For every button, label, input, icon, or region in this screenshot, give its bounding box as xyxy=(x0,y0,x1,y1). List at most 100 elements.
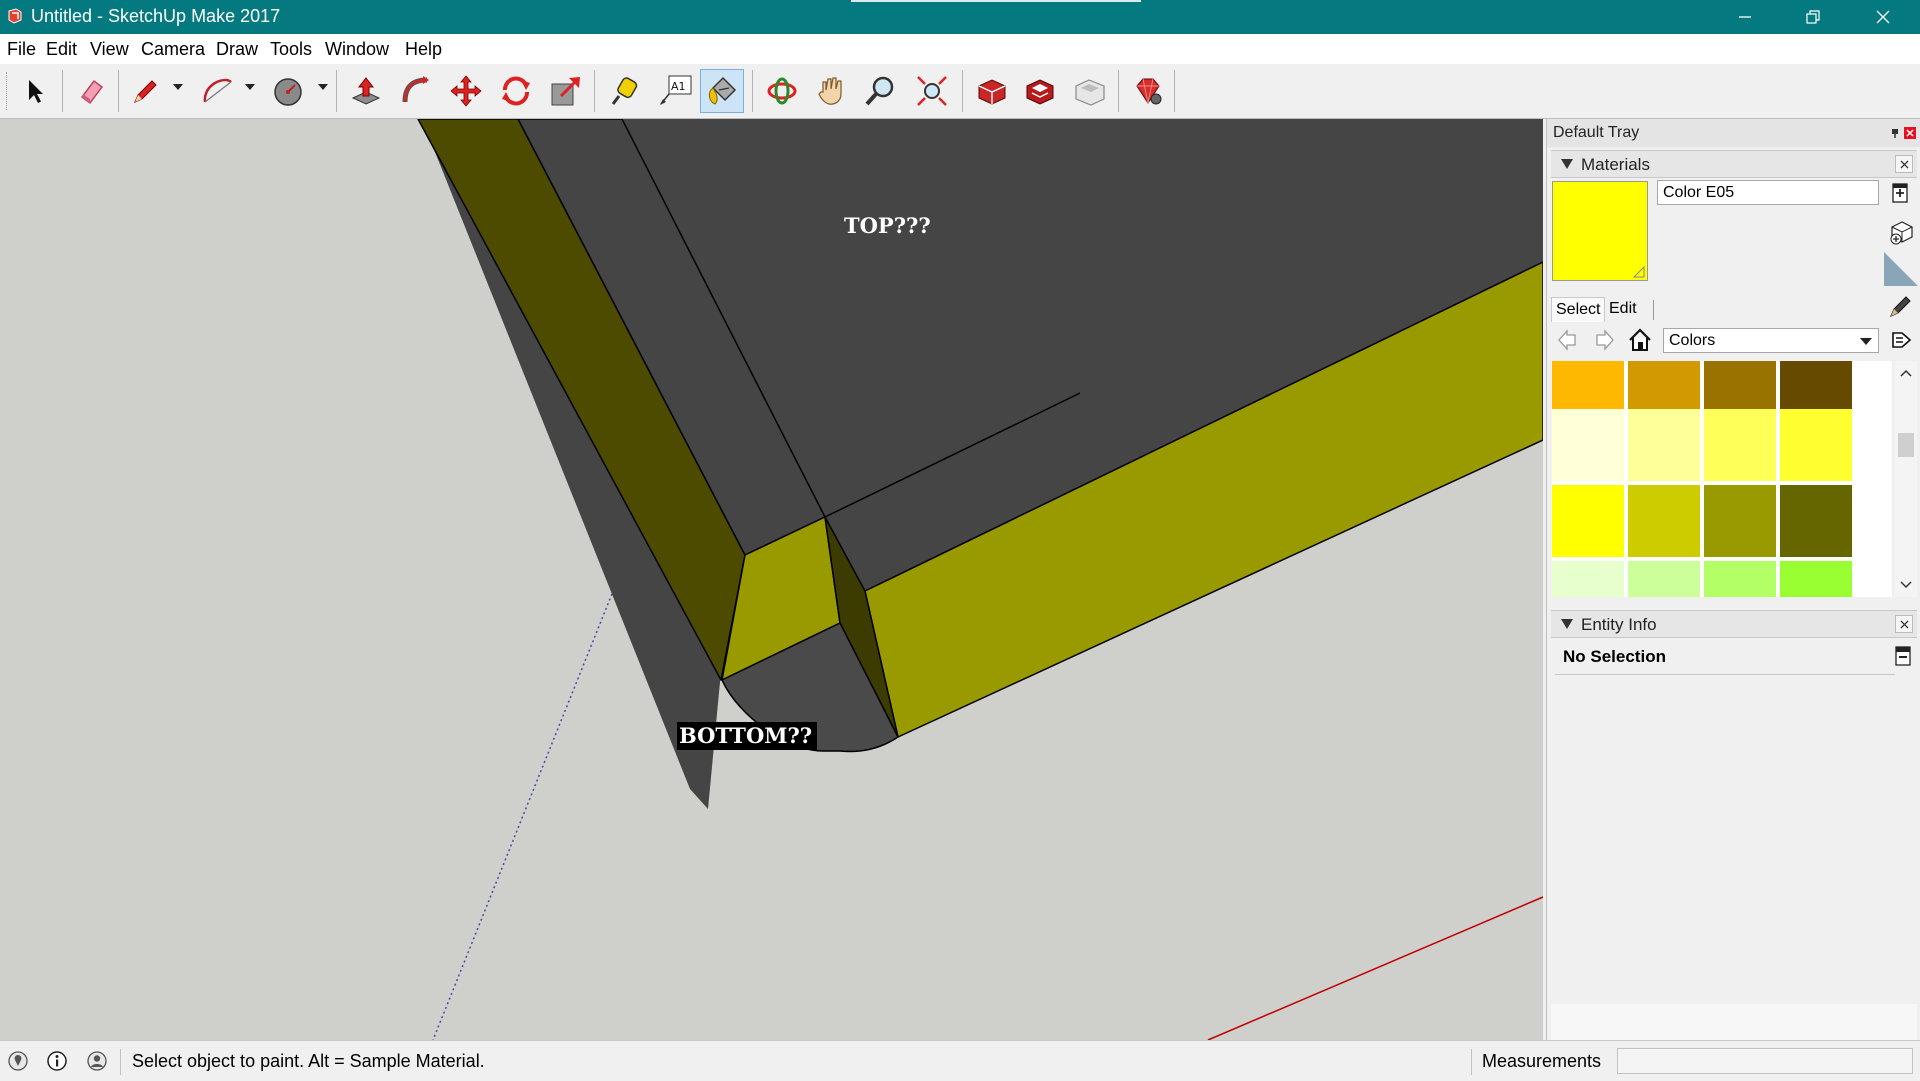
toggle-details-icon[interactable] xyxy=(1895,646,1911,666)
forward-arrow-icon[interactable] xyxy=(1593,329,1615,351)
credits-icon[interactable] xyxy=(46,1050,68,1072)
pan-tool-button[interactable] xyxy=(810,69,854,113)
menu-view[interactable]: View xyxy=(90,39,129,60)
materials-close-button[interactable] xyxy=(1895,155,1913,173)
swatch-cell[interactable] xyxy=(1628,561,1700,597)
pan-icon xyxy=(818,77,842,105)
tape-measure-icon xyxy=(611,77,638,105)
tray-bottom-area xyxy=(1551,1004,1917,1040)
label-bottom: BOTTOM?? xyxy=(677,722,818,750)
shapes-dropdown-icon[interactable] xyxy=(318,84,328,92)
display-secondary-pane-icon[interactable] xyxy=(1884,252,1918,286)
status-message: Select object to paint. Alt = Sample Mat… xyxy=(132,1051,485,1071)
close-button[interactable] xyxy=(1848,0,1918,34)
zoom-extents-icon xyxy=(917,76,947,106)
material-name-field[interactable]: Color E05 xyxy=(1657,180,1879,205)
collapse-triangle-icon xyxy=(1561,619,1573,629)
minimize-button[interactable] xyxy=(1710,0,1780,34)
menu-window[interactable]: Window xyxy=(325,39,389,60)
swatch-cell[interactable] xyxy=(1704,409,1776,481)
sample-paint-icon[interactable] xyxy=(1888,293,1914,319)
restore-button[interactable] xyxy=(1778,0,1848,34)
eraser-icon xyxy=(80,79,104,105)
orbit-tool-button[interactable] xyxy=(760,69,804,113)
paint-bucket-icon xyxy=(708,76,737,105)
menu-tools[interactable]: Tools xyxy=(270,39,312,60)
rotate-tool-button[interactable] xyxy=(494,69,538,113)
swatch-cell[interactable] xyxy=(1704,561,1776,597)
title-bar: Untitled - SketchUp Make 2017 xyxy=(0,0,1920,34)
text-tool-button[interactable]: A1 xyxy=(653,69,697,113)
extension-manager-button[interactable] xyxy=(1126,69,1170,113)
label-top: TOP??? xyxy=(844,213,931,238)
materials-panel-header[interactable]: Materials xyxy=(1551,150,1917,178)
scroll-up-icon[interactable] xyxy=(1900,369,1912,377)
arc-dropdown-icon[interactable] xyxy=(245,84,255,92)
menu-draw[interactable]: Draw xyxy=(216,39,258,60)
model-viewport[interactable]: TOP??? BOTTOM?? xyxy=(0,119,1543,1040)
measurements-label: Measurements xyxy=(1482,1051,1602,1071)
3d-warehouse-button[interactable] xyxy=(970,69,1014,113)
pin-icon[interactable] xyxy=(1890,128,1900,138)
material-sample-library-icon[interactable] xyxy=(1888,219,1914,245)
menu-file[interactable]: File xyxy=(7,39,36,60)
default-tray: Default Tray Materials Color E05 Select … xyxy=(1546,119,1920,1040)
menu-camera[interactable]: Camera xyxy=(141,39,205,60)
move-tool-button[interactable] xyxy=(444,69,488,113)
layout-button[interactable] xyxy=(1068,69,1112,113)
details-menu-icon[interactable] xyxy=(1890,329,1912,351)
model-scene xyxy=(0,119,1543,1040)
entity-info-close-button[interactable] xyxy=(1895,615,1913,633)
pencil-tool-button[interactable] xyxy=(124,69,168,113)
library-select[interactable]: Colors xyxy=(1663,328,1879,353)
zoom-tool-button[interactable] xyxy=(858,69,902,113)
home-icon[interactable] xyxy=(1627,327,1653,353)
create-material-icon[interactable] xyxy=(1891,182,1909,204)
pencil-dropdown-icon[interactable] xyxy=(173,84,183,92)
restore-icon xyxy=(1806,10,1820,24)
swatch-cell[interactable] xyxy=(1552,561,1624,597)
geolocation-icon[interactable] xyxy=(7,1050,29,1072)
scale-tool-button[interactable] xyxy=(544,69,588,113)
close-icon xyxy=(1900,160,1908,168)
scrollbar-thumb[interactable] xyxy=(1898,433,1914,457)
swatch-cell[interactable] xyxy=(1704,485,1776,557)
swatch-cell[interactable] xyxy=(1628,409,1700,481)
current-material-swatch[interactable] xyxy=(1552,181,1648,281)
swatch-cell[interactable] xyxy=(1628,485,1700,557)
select-tool-button[interactable] xyxy=(12,69,56,113)
swatch-cell[interactable] xyxy=(1780,485,1852,557)
zoom-icon xyxy=(865,76,894,106)
eraser-tool-button[interactable] xyxy=(70,69,114,113)
entity-info-panel-header[interactable]: Entity Info xyxy=(1551,610,1917,638)
sketchup-logo-icon xyxy=(8,8,22,24)
back-arrow-icon[interactable] xyxy=(1557,329,1579,351)
push-pull-tool-button[interactable] xyxy=(344,69,388,113)
tray-close-icon[interactable] xyxy=(1904,127,1916,139)
toolbar-grip[interactable] xyxy=(6,72,10,110)
swatch-cell[interactable] xyxy=(1780,561,1852,597)
user-account-icon[interactable] xyxy=(86,1050,108,1072)
main-toolbar: A1 xyxy=(0,64,1920,119)
tab-edit[interactable]: Edit xyxy=(1605,297,1641,321)
window-title: Untitled - SketchUp Make 2017 xyxy=(31,6,281,26)
extension-warehouse-button[interactable] xyxy=(1018,69,1062,113)
chevron-down-icon xyxy=(1860,338,1872,345)
swatch-cell[interactable] xyxy=(1552,409,1624,481)
measurements-input[interactable] xyxy=(1617,1048,1913,1074)
swatch-cell[interactable] xyxy=(1780,409,1852,481)
paint-bucket-tool-button[interactable] xyxy=(700,69,744,113)
follow-me-tool-button[interactable] xyxy=(394,69,438,113)
arc-tool-button[interactable] xyxy=(196,69,240,113)
scroll-down-icon[interactable] xyxy=(1900,581,1912,589)
shapes-tool-button[interactable] xyxy=(266,69,310,113)
zoom-extents-tool-button[interactable] xyxy=(910,69,954,113)
swatch-cell[interactable] xyxy=(1552,485,1624,557)
menu-edit[interactable]: Edit xyxy=(46,39,77,60)
tape-measure-tool-button[interactable] xyxy=(602,69,646,113)
layout-icon xyxy=(1075,79,1105,106)
tab-select[interactable]: Select xyxy=(1551,297,1606,322)
menu-help[interactable]: Help xyxy=(405,39,442,60)
collapse-triangle-icon xyxy=(1561,159,1573,169)
swatch-scrollbar[interactable] xyxy=(1895,361,1917,597)
